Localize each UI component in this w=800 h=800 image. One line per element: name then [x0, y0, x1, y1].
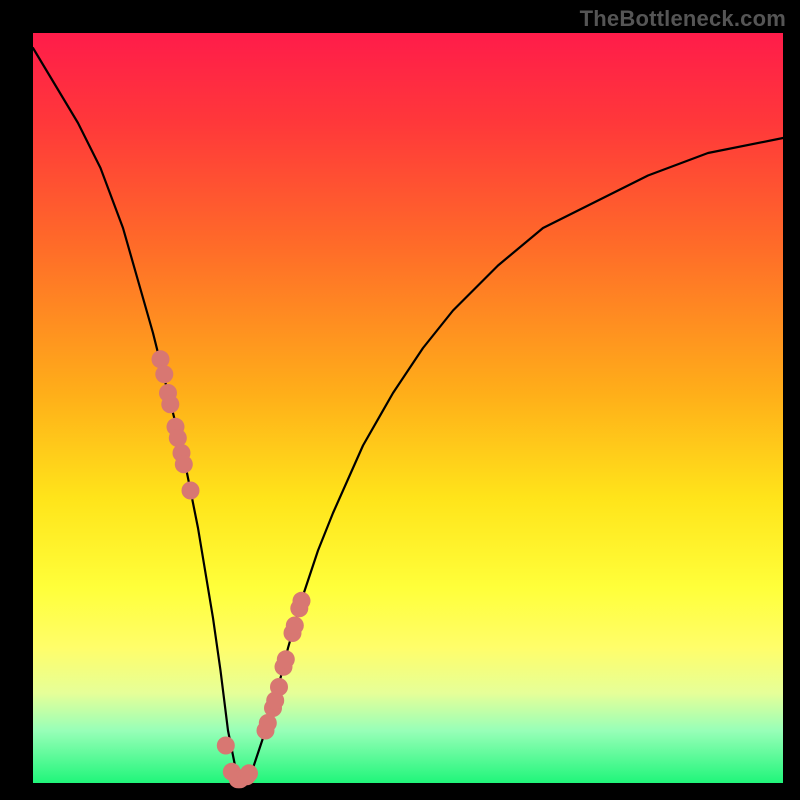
data-marker — [286, 617, 304, 635]
chart-frame: TheBottleneck.com — [0, 0, 800, 800]
data-marker — [169, 429, 187, 447]
data-marker — [293, 592, 311, 610]
bottleneck-curve — [33, 48, 783, 783]
data-marker — [155, 365, 173, 383]
data-marker — [270, 678, 288, 696]
watermark-text: TheBottleneck.com — [580, 6, 786, 32]
data-marker — [217, 737, 235, 755]
data-marker — [277, 650, 295, 668]
data-marker — [161, 395, 179, 413]
plot-area — [33, 33, 783, 783]
data-marker — [240, 764, 258, 782]
marker-group — [152, 350, 311, 788]
chart-svg — [33, 33, 783, 783]
data-marker — [182, 482, 200, 500]
data-marker — [175, 455, 193, 473]
